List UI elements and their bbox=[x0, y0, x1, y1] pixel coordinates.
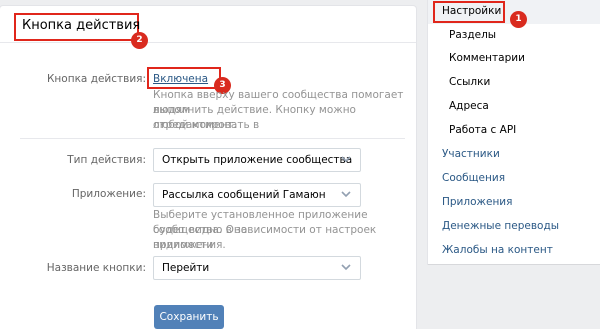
highlight-box-settings bbox=[433, 1, 505, 23]
action-type-value: Открыть приложение сообщества bbox=[162, 154, 353, 166]
action-button-label: Кнопка действия: bbox=[46, 73, 146, 85]
panel-header: Кнопка действия 2 bbox=[0, 6, 416, 49]
button-name-label: Название кнопки: bbox=[46, 262, 146, 274]
action-type-select[interactable]: Открыть приложение сообщества bbox=[153, 148, 361, 172]
action-type-label: Тип действия: bbox=[67, 154, 146, 166]
application-value: Рассылка сообщений Гамаюн bbox=[162, 189, 326, 201]
application-select[interactable]: Рассылка сообщений Гамаюн bbox=[153, 183, 361, 207]
sidebar-link-apps[interactable]: Приложения bbox=[442, 196, 512, 208]
sidebar-link-reports[interactable]: Жалобы на контент bbox=[442, 244, 553, 256]
sidebar-link-members[interactable]: Участники bbox=[442, 148, 500, 160]
button-name-value: Перейти bbox=[162, 262, 210, 274]
sidebar-sub-links[interactable]: Ссылки bbox=[449, 76, 490, 88]
chevron-down-icon bbox=[341, 156, 351, 163]
step-marker-2: 2 bbox=[131, 32, 148, 49]
sidebar-link-money-transfers[interactable]: Денежные переводы bbox=[442, 220, 559, 232]
sidebar-sub-comments[interactable]: Комментарии bbox=[449, 52, 525, 64]
sidebar-link-messages[interactable]: Сообщения bbox=[442, 172, 505, 184]
divider bbox=[20, 138, 405, 139]
sidebar-sub-addresses[interactable]: Адреса bbox=[449, 100, 489, 112]
action-button-hint-line-3: любой момент. bbox=[153, 119, 237, 131]
chevron-down-icon bbox=[341, 191, 351, 198]
chevron-down-icon bbox=[341, 264, 351, 271]
step-marker-1: 1 bbox=[510, 11, 527, 28]
sidebar: Настройки 1 Разделы Комментарии Ссылки А… bbox=[428, 0, 600, 264]
application-hint-line-3: приложения. bbox=[153, 239, 226, 251]
application-label: Приложение: bbox=[71, 188, 146, 200]
page-title: Кнопка действия bbox=[22, 18, 141, 33]
sidebar-sub-api[interactable]: Работа с API bbox=[449, 124, 516, 136]
action-button-status-link[interactable]: Включена bbox=[153, 73, 208, 85]
button-name-select[interactable]: Перейти bbox=[153, 256, 361, 280]
save-button[interactable]: Сохранить bbox=[154, 305, 224, 329]
sidebar-sub-sections[interactable]: Разделы bbox=[449, 29, 496, 41]
settings-panel: Кнопка действия 2 Кнопка действия: Включ… bbox=[0, 6, 416, 329]
